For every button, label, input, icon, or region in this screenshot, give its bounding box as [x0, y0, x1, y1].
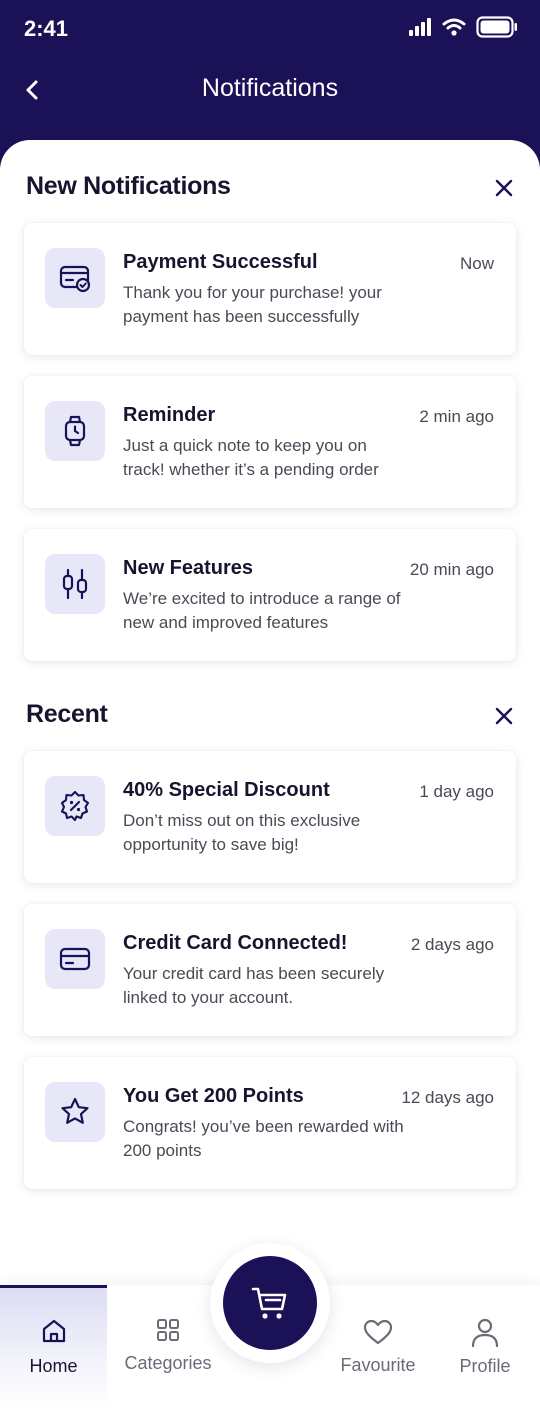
section-title-new: New Notifications [26, 172, 231, 200]
sliders-icon [45, 554, 105, 614]
notification-title: New Features [123, 557, 254, 579]
notification-title: Credit Card Connected! [123, 932, 348, 954]
watch-clock-icon [45, 401, 105, 461]
notification-time: Now [459, 254, 494, 273]
notification-card[interactable]: New Features 20 min ago We’re excited to… [24, 529, 516, 661]
notification-message: We’re excited to introduce a range of ne… [123, 589, 401, 632]
notification-card[interactable]: Credit Card Connected! 2 days ago Your c… [24, 904, 516, 1036]
notification-title: You Get 200 Points [123, 1085, 304, 1107]
grid-icon [154, 1316, 182, 1349]
status-icons [408, 16, 518, 43]
clear-new-button[interactable] [490, 174, 518, 202]
notification-time: 12 days ago [401, 1088, 494, 1107]
user-icon [470, 1316, 500, 1353]
notification-time: 2 min ago [419, 407, 494, 426]
notification-card[interactable]: You Get 200 Points 12 days ago Congrats!… [24, 1057, 516, 1189]
heart-icon [363, 1318, 393, 1351]
notification-card[interactable]: 40% Special Discount 1 day ago Don’t mis… [24, 751, 516, 883]
notification-title: Reminder [123, 404, 216, 426]
close-icon [495, 179, 513, 197]
notification-card[interactable]: Payment Successful Now Thank you for you… [24, 223, 516, 355]
close-icon [495, 707, 513, 725]
signal-icon [408, 17, 432, 42]
battery-icon [476, 16, 518, 43]
nav-label: Profile [459, 1356, 511, 1376]
section-title-recent: Recent [26, 700, 108, 728]
notification-time: 20 min ago [409, 560, 494, 579]
page-title: Notifications [201, 74, 339, 102]
nav-label: Favourite [340, 1355, 416, 1375]
star-icon [45, 1082, 105, 1142]
notification-message: Just a quick note to keep you on track! … [123, 436, 379, 479]
credit-card-icon [45, 929, 105, 989]
status-time: 2:41 [24, 16, 69, 41]
cart-icon [251, 1287, 287, 1319]
clear-recent-button[interactable] [490, 702, 518, 730]
discount-badge-icon [45, 776, 105, 836]
nav-favourite[interactable]: Favourite [326, 1285, 430, 1409]
wifi-icon [442, 17, 466, 42]
notification-title: 40% Special Discount [123, 779, 330, 801]
notification-title: Payment Successful [123, 251, 318, 273]
nav-categories[interactable]: Categories [112, 1285, 224, 1409]
notification-message: Congrats! you’ve been rewarded with 200 … [123, 1117, 404, 1160]
nav-label: Home [29, 1356, 78, 1376]
notification-card[interactable]: Reminder 2 min ago Just a quick note to … [24, 376, 516, 508]
cart-button[interactable] [223, 1256, 317, 1350]
status-bar: 2:41 [0, 0, 540, 58]
home-icon [40, 1317, 68, 1350]
notification-message: Your credit card has been securely linke… [123, 964, 385, 1007]
header: Notifications [0, 58, 540, 122]
notification-message: Don’t miss out on this exclusive opportu… [123, 811, 361, 854]
notification-time: 2 days ago [410, 935, 494, 954]
notification-message: Thank you for your purchase! your paymen… [123, 283, 382, 326]
nav-label: Categories [124, 1353, 212, 1373]
notification-time: 1 day ago [419, 782, 494, 801]
nav-home[interactable]: Home [0, 1285, 107, 1409]
payment-card-check-icon [45, 248, 105, 308]
nav-profile[interactable]: Profile [436, 1285, 534, 1409]
